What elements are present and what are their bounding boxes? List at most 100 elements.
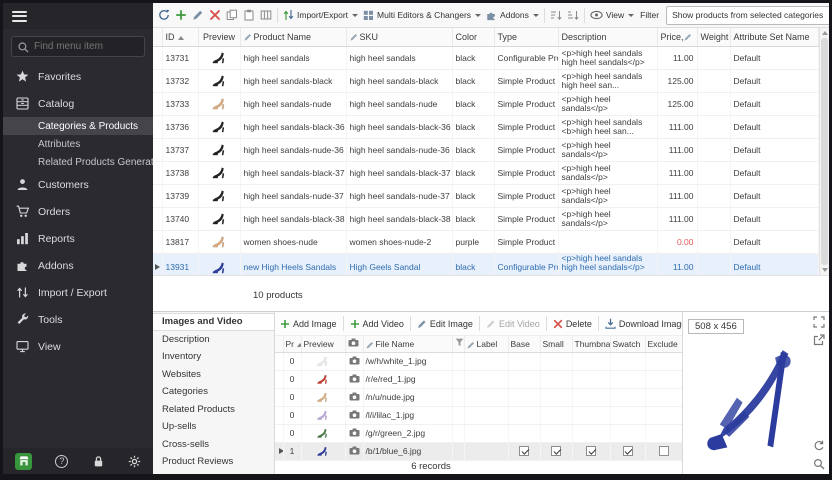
sidebar-subitem-attributes[interactable]: Attributes xyxy=(3,135,153,153)
column-header-description[interactable]: Description xyxy=(558,28,657,46)
edit-video-button[interactable]: Edit Video xyxy=(484,317,542,331)
column-header-type[interactable]: Type xyxy=(494,28,558,46)
delete-product-button[interactable] xyxy=(207,7,223,23)
thumbnail-checkbox[interactable] xyxy=(586,446,596,456)
column-header-color[interactable]: Color xyxy=(452,28,494,46)
store-button[interactable] xyxy=(15,453,32,470)
sidebar-item-view[interactable]: View xyxy=(3,333,153,360)
tab-images-and-video[interactable]: Images and Video xyxy=(153,313,274,331)
lock-button[interactable] xyxy=(92,455,105,468)
image-row[interactable]: 0 /n/u/nude.jpg xyxy=(275,388,683,406)
product-row-13736[interactable]: 13736 high heel sandals-black-36 high he… xyxy=(153,115,818,138)
refresh-button[interactable] xyxy=(156,7,172,23)
column-header-exclude[interactable]: Exclude xyxy=(645,336,683,352)
column-header-swatch[interactable]: Swatch xyxy=(610,336,645,352)
sort-ascending-button[interactable] xyxy=(548,8,564,23)
import-export-menu[interactable]: Import/Export xyxy=(281,7,360,23)
tab-cross-sells[interactable]: Cross-sells xyxy=(153,436,274,454)
image-row[interactable]: 1 /b/1/blue_6.jpg xyxy=(275,442,683,460)
swatch-checkbox[interactable] xyxy=(623,446,633,456)
image-row[interactable]: 0 /l/i/lilac_1.jpg xyxy=(275,406,683,424)
product-row-13739[interactable]: 13739 high heel sandals-nude-37 high hee… xyxy=(153,184,818,207)
column-header-price[interactable]: Price, xyxy=(657,28,697,46)
fullscreen-button[interactable] xyxy=(813,316,825,328)
pencil-icon xyxy=(192,9,204,21)
addons-menu[interactable]: Addons xyxy=(484,8,541,23)
products-scrollbar[interactable] xyxy=(819,28,830,275)
column-header-id[interactable]: ID xyxy=(162,28,198,46)
tab-product-reviews[interactable]: Product Reviews xyxy=(153,453,274,471)
column-header-sku[interactable]: SKU xyxy=(346,28,452,46)
sidebar-subitem-categories-products[interactable]: Categories & Products xyxy=(3,117,153,135)
row-marker-cell xyxy=(275,424,283,442)
sidebar-item-import-export[interactable]: Import / Export xyxy=(3,279,153,306)
column-header-camera[interactable] xyxy=(345,336,363,352)
column-header-product-name[interactable]: Product Name xyxy=(240,28,346,46)
category-filter-select[interactable]: Show products from selected categories xyxy=(666,6,829,25)
column-header-preview[interactable]: Preview xyxy=(198,28,240,46)
product-row-13931[interactable]: 13931 new High Heels Sandals High Geels … xyxy=(153,253,818,276)
columns-button[interactable] xyxy=(258,7,274,23)
column-header-filter[interactable] xyxy=(452,336,464,352)
delete-image-button[interactable]: Delete xyxy=(551,317,594,331)
product-row-13817[interactable]: 13817 women shoes-nude women shoes-nude-… xyxy=(153,230,818,253)
column-header-weight[interactable]: Weight xyxy=(697,28,730,46)
sidebar-item-tools[interactable]: Tools xyxy=(3,306,153,333)
product-row-13738[interactable]: 13738 high heel sandals-black-37 high he… xyxy=(153,161,818,184)
sidebar-item-reports[interactable]: Reports xyxy=(3,225,153,252)
column-header-preview[interactable]: Preview xyxy=(301,336,345,352)
image-row[interactable]: 0 /g/r/green_2.jpg xyxy=(275,424,683,442)
image-row[interactable]: 0 /r/e/red_1.jpg xyxy=(275,370,683,388)
scroll-up-icon[interactable] xyxy=(822,31,828,35)
exclude-checkbox[interactable] xyxy=(659,446,669,456)
rotate-button[interactable] xyxy=(813,440,825,452)
sidebar-item-catalog[interactable]: Catalog xyxy=(3,90,153,117)
column-header-position[interactable]: Pr xyxy=(283,336,301,352)
base-checkbox[interactable] xyxy=(519,446,529,456)
product-row-13733[interactable]: 13733 high heel sandals-nude high heel s… xyxy=(153,92,818,115)
tab-description[interactable]: Description xyxy=(153,331,274,349)
zoom-button[interactable] xyxy=(813,458,825,470)
column-header-base[interactable]: Base xyxy=(508,336,540,352)
sidebar-item-addons[interactable]: Addons xyxy=(3,252,153,279)
tab-up-sells[interactable]: Up-sells xyxy=(153,418,274,436)
multi-editors-menu[interactable]: Multi Editors & Changers xyxy=(361,8,483,23)
column-header-thumbnail[interactable]: Thumbna xyxy=(572,336,610,352)
product-row-13737[interactable]: 13737 high heel sandals-nude-36 high hee… xyxy=(153,138,818,161)
sidebar-item-orders[interactable]: Orders xyxy=(3,198,153,225)
scroll-down-icon[interactable] xyxy=(822,268,828,272)
column-header-attribute-set[interactable]: Attribute Set Name xyxy=(730,28,818,46)
hamburger-menu-button[interactable] xyxy=(3,3,153,29)
menu-search-input[interactable] xyxy=(12,41,144,52)
settings-button[interactable] xyxy=(128,455,141,468)
tab-related-products[interactable]: Related Products xyxy=(153,401,274,419)
view-menu[interactable]: View xyxy=(588,8,636,22)
help-button[interactable]: ? xyxy=(55,455,68,468)
tab-websites[interactable]: Websites xyxy=(153,366,274,384)
product-row-13731[interactable]: 13731 high heel sandals high heel sandal… xyxy=(153,46,818,69)
add-image-button[interactable]: Add Image xyxy=(278,317,339,331)
copy-button[interactable] xyxy=(224,7,240,23)
image-row[interactable]: 0 /w/h/white_1.jpg xyxy=(275,352,683,370)
sidebar-item-customers[interactable]: Customers xyxy=(3,171,153,198)
price-cell: 111.00 xyxy=(657,207,697,230)
product-row-13740[interactable]: 13740 high heel sandals-black-38 high he… xyxy=(153,207,818,230)
sidebar-item-favorites[interactable]: Favorites xyxy=(3,63,153,90)
edit-product-button[interactable] xyxy=(190,7,206,23)
sort-descending-button[interactable] xyxy=(565,8,581,23)
column-header-label[interactable]: Label xyxy=(464,336,508,352)
paste-button[interactable] xyxy=(241,7,257,23)
product-row-13732[interactable]: 13732 high heel sandals-black high heel … xyxy=(153,69,818,92)
add-product-button[interactable] xyxy=(173,7,189,23)
scrollbar-thumb[interactable] xyxy=(821,38,828,265)
tab-categories[interactable]: Categories xyxy=(153,383,274,401)
column-header-small[interactable]: Small xyxy=(540,336,572,352)
add-video-button[interactable]: Add Video xyxy=(348,317,406,331)
sidebar-subitem-related-products-generator[interactable]: Related Products Generator xyxy=(3,153,153,171)
open-external-button[interactable] xyxy=(813,334,825,346)
small-checkbox[interactable] xyxy=(551,446,561,456)
column-header-file-name[interactable]: File Name xyxy=(363,336,452,352)
edit-image-button[interactable]: Edit Image xyxy=(415,317,475,331)
tab-inventory[interactable]: Inventory xyxy=(153,348,274,366)
download-image-button[interactable]: Download Image xyxy=(603,316,682,331)
